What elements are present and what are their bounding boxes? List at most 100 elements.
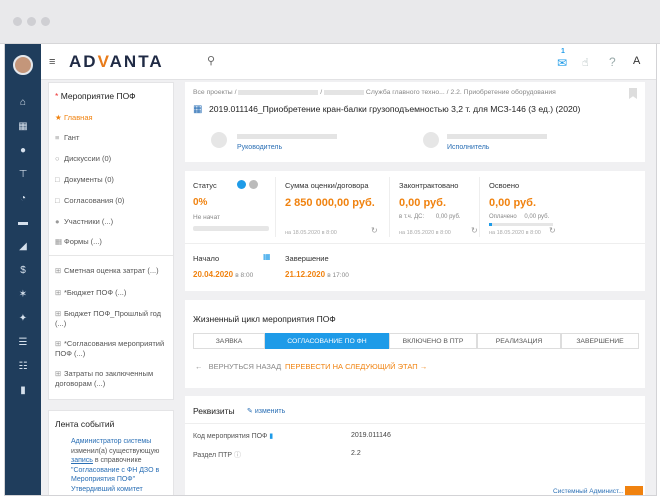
- contracted-label: Законтрактовано: [399, 181, 459, 190]
- currency-icon[interactable]: $: [5, 264, 41, 278]
- chart-pie-icon[interactable]: ◔: [5, 192, 41, 206]
- refresh-icon[interactable]: ↻: [471, 226, 478, 235]
- search-icon[interactable]: ⚲: [207, 54, 215, 67]
- app-window: ⌂ ▦ ● ⊤ ◔ ▬ ◢ $ ✶ ✦ ☰ ☷ ▮ ≡ ADVANTA ⚲ 1 …: [4, 44, 657, 496]
- sidebar-item-gantt[interactable]: ≡ Гант: [55, 133, 79, 143]
- lifecycle-panel: Жизненный цикл мероприятия ПОФ ЗАЯВКА СО…: [185, 300, 645, 388]
- sidebar-item-home[interactable]: ★ Главная: [55, 113, 93, 123]
- top-bar: ≡ ADVANTA ⚲ 1 ✉ ☝ ? A: [41, 44, 656, 80]
- checklist-icon[interactable]: ☰: [5, 336, 41, 350]
- manager-avatar: [211, 132, 227, 148]
- step-application[interactable]: ЗАЯВКА: [193, 333, 265, 349]
- users-icon[interactable]: ●: [5, 144, 41, 158]
- next-stage-button[interactable]: ПЕРЕВЕСТИ НА СЛЕДУЮЩИЙ ЭТАП →: [285, 362, 427, 371]
- stop-icon[interactable]: [249, 180, 258, 189]
- form-icon: ⊞: [55, 369, 62, 378]
- contracted-date: на 18.05.2020 в 8:00: [399, 230, 451, 236]
- form-item-cost-estimate[interactable]: ⊞ Сметная оценка затрат (...): [55, 266, 159, 276]
- window-close-dot[interactable]: [13, 17, 22, 26]
- sidebar-item-forms[interactable]: ▦ Формы (...): [55, 237, 102, 247]
- sidebar-divider: [49, 255, 173, 256]
- status-progress-bar: [193, 226, 269, 231]
- mastered-label: Освоено: [489, 181, 520, 190]
- thumbs-up-icon[interactable]: ☝: [582, 56, 589, 69]
- help-icon[interactable]: ?: [609, 55, 616, 69]
- form-item-budget-last-year[interactable]: ⊞ Бюджет ПОФ_Прошлый год (...): [55, 309, 165, 329]
- sum-value: 2 850 000,00 руб.: [285, 197, 375, 209]
- project-sidebar: * Мероприятие ПОФ ★ Главная ≡ Гант ○ Дискус…: [48, 82, 174, 400]
- menu-toggle-icon[interactable]: ≡: [49, 56, 55, 68]
- chat-widget-icon[interactable]: [625, 486, 643, 495]
- breadcrumb-root[interactable]: Все проекты: [193, 89, 233, 96]
- edit-button[interactable]: ✎ изменить: [247, 407, 285, 415]
- step-implementation[interactable]: РЕАЛИЗАЦИЯ: [477, 333, 561, 349]
- requisites-title: Реквизиты: [193, 406, 235, 416]
- mail-icon[interactable]: ✉: [557, 56, 567, 70]
- notification-count: 1: [561, 48, 565, 55]
- forms-icon: ▦: [55, 237, 63, 246]
- hierarchy-icon[interactable]: ⊤: [5, 168, 41, 182]
- breadcrumb: Все проекты / / Служба главного техно...…: [193, 89, 556, 96]
- sidebar-item-documents[interactable]: □ Документы (0): [55, 175, 114, 185]
- requisite-value: 2.2: [351, 450, 361, 457]
- asterisk-icon: *: [55, 91, 59, 101]
- folder-icon[interactable]: ▬: [5, 216, 41, 230]
- window-titlebar: [0, 0, 660, 44]
- executor-avatar: [423, 132, 439, 148]
- chat-icon: ○: [55, 154, 60, 163]
- event-feed-title: Лента событий: [55, 419, 115, 429]
- play-icon[interactable]: [237, 180, 246, 189]
- run-icon[interactable]: ✶: [5, 288, 41, 302]
- help-circle-icon: ⓘ: [234, 452, 242, 459]
- step-fn-approval[interactable]: СОГЛАСОВАНИЕ ПО ФН: [265, 333, 389, 349]
- form-item-contract-costs[interactable]: ⊞ Затраты по заключенным договорам (...): [55, 369, 165, 389]
- refresh-icon[interactable]: ↻: [371, 226, 378, 235]
- executor-label[interactable]: Исполнитель: [447, 144, 489, 151]
- bookmark-icon[interactable]: [629, 88, 637, 99]
- advanta-logo[interactable]: ADVANTA: [69, 52, 164, 72]
- footer-user[interactable]: Системный Админист...: [553, 488, 624, 495]
- arrow-right-icon: →: [419, 362, 428, 371]
- form-item-budget[interactable]: ⊞ *Бюджет ПОФ (...): [55, 288, 126, 298]
- form-item-approvals[interactable]: ⊞ *Согласования мероприятий ПОФ (...): [55, 339, 167, 359]
- sidebar-item-participants[interactable]: ● Участники (...): [55, 217, 113, 227]
- sparkles-icon[interactable]: ✦: [5, 312, 41, 326]
- sidebar-item-approvals[interactable]: □ Согласования (0): [55, 196, 124, 206]
- org-chart-icon[interactable]: ☷: [5, 360, 41, 374]
- pencil-icon: ✎: [247, 408, 253, 415]
- start-date: 20.04.2020 в 8:00: [193, 270, 254, 279]
- event-item[interactable]: Администратор системы изменил(а) существ…: [71, 437, 159, 494]
- back-button[interactable]: ← ВЕРНУТЬСЯ НАЗАД: [195, 362, 281, 371]
- requisite-label: Раздел ПТР ⓘ: [193, 452, 242, 459]
- window-maximize-dot[interactable]: [41, 17, 50, 26]
- calendar-icon[interactable]: ▦: [5, 120, 41, 134]
- calendar-icon[interactable]: ▦: [263, 252, 271, 261]
- sum-label: Сумма оценки/договора: [285, 181, 369, 190]
- lifecycle-stepper: ЗАЯВКА СОГЛАСОВАНИЕ ПО ФН ВКЛЮЧЕНО В ПТР…: [193, 333, 639, 351]
- manager-label[interactable]: Руководитель: [237, 144, 282, 151]
- sidebar-item-discussions[interactable]: ○ Дискуссии (0): [55, 154, 111, 164]
- project-header: Все проекты / / Служба главного техно...…: [185, 82, 645, 162]
- user-avatar[interactable]: [13, 55, 33, 75]
- contracted-value: 0,00 руб.: [399, 197, 447, 209]
- mastered-date: на 18.05.2020 в 8:00: [489, 230, 541, 236]
- breadcrumb-redacted: [324, 89, 365, 95]
- refresh-icon[interactable]: ↻: [549, 226, 556, 235]
- user-initial[interactable]: A: [633, 55, 640, 67]
- mastered-progress-bar: [489, 223, 553, 226]
- executor-name-redacted: [447, 134, 547, 139]
- home-icon[interactable]: ⌂: [5, 96, 41, 110]
- status-label: Статус: [193, 181, 217, 190]
- step-completion[interactable]: ЗАВЕРШЕНИЕ: [561, 333, 639, 349]
- project-title: 2019.011146_Приобретение кран-балки груз…: [209, 104, 581, 114]
- participants-icon: ●: [55, 217, 60, 226]
- window-minimize-dot[interactable]: [27, 17, 36, 26]
- step-included-ptr[interactable]: ВКЛЮЧЕНО В ПТР: [389, 333, 477, 349]
- bookmark-icon[interactable]: ▮: [5, 384, 41, 398]
- gantt-icon: ≡: [55, 133, 60, 142]
- area-chart-icon[interactable]: ◢: [5, 240, 41, 254]
- form-icon: ⊞: [55, 309, 62, 318]
- requisite-label: Код мероприятия ПОФ ▮: [193, 433, 274, 440]
- mastered-value: 0,00 руб.: [489, 197, 537, 209]
- sidebar-title: * Мероприятие ПОФ: [55, 91, 136, 101]
